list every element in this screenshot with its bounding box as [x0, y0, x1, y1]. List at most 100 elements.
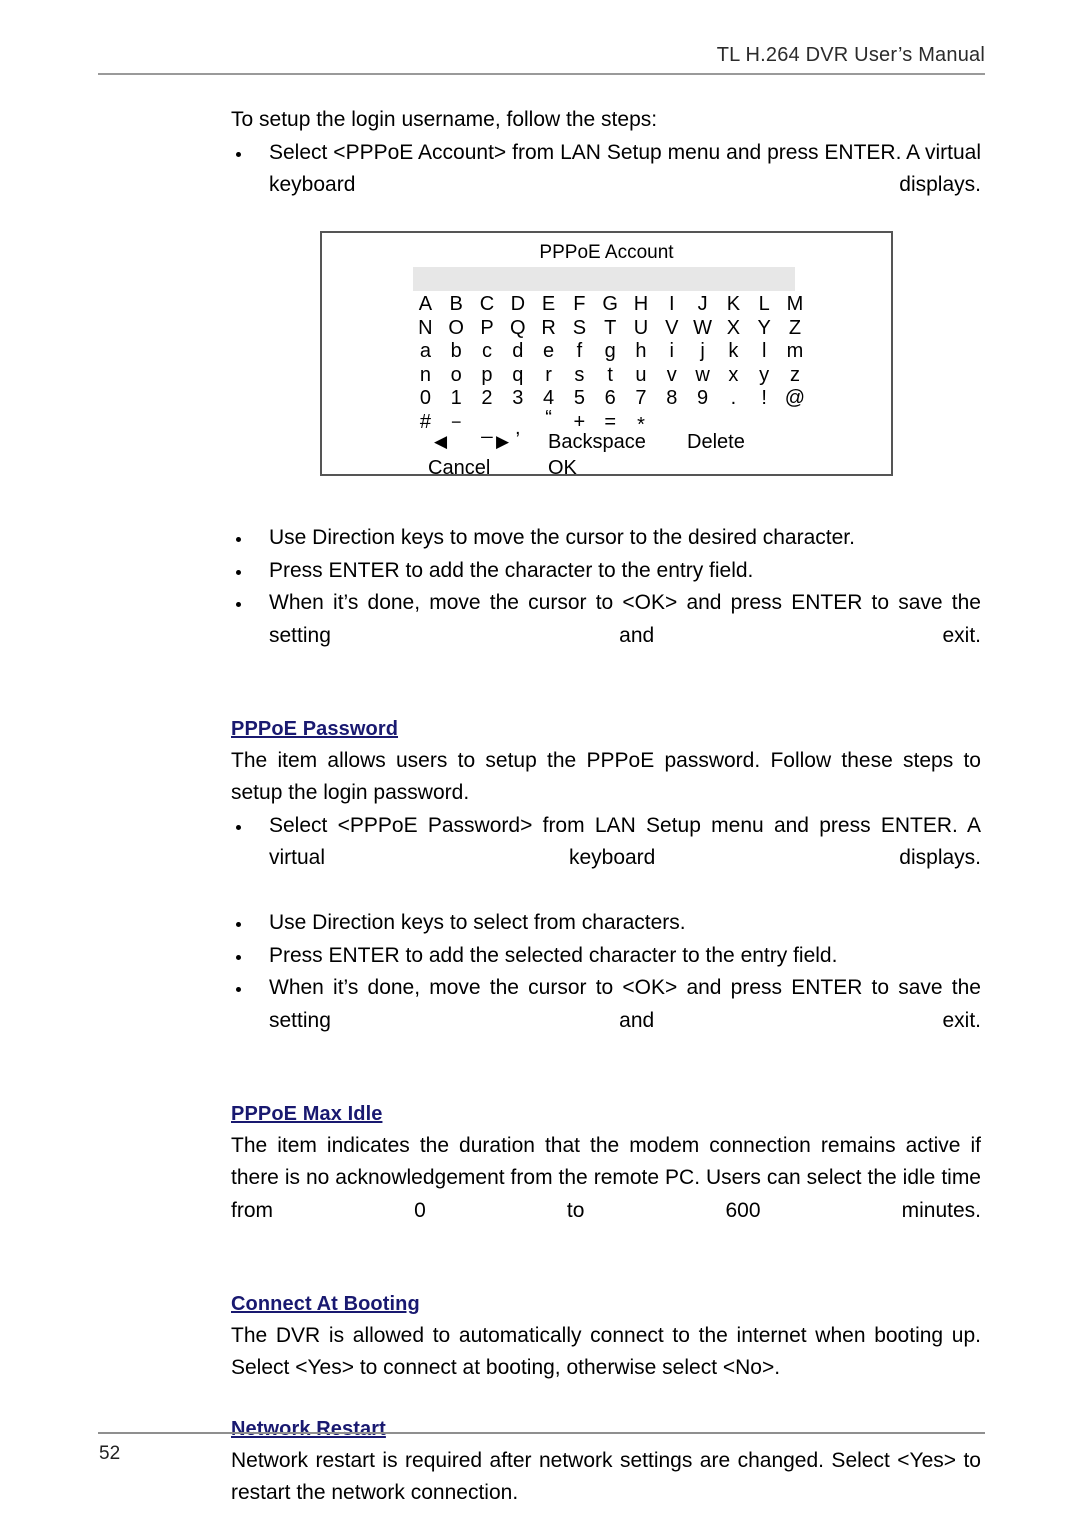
keyboard-key[interactable]: m	[780, 340, 811, 364]
cancel-button[interactable]: Cancel	[428, 455, 490, 481]
virtual-keyboard-grid: ABCDEFGHIJKLMNOPQRSTUVWXYZabcdefghijklmn…	[410, 293, 811, 439]
list-item: Use Direction keys to move the cursor to…	[231, 522, 981, 555]
dialog-title: PPPoE Account	[539, 242, 674, 263]
keyboard-key[interactable]: a	[410, 340, 441, 364]
list-item: Press ENTER to add the character to the …	[231, 555, 981, 588]
keyboard-key[interactable]: s	[564, 364, 595, 388]
section-heading-pppoe-max-idle: PPPoE Max Idle	[231, 1102, 383, 1125]
keyboard-key[interactable]: d	[502, 340, 533, 364]
keyboard-key[interactable]: “	[533, 407, 564, 431]
keyboard-key[interactable]: 2	[472, 387, 503, 411]
keyboard-key[interactable]: g	[595, 340, 626, 364]
keyboard-key[interactable]: 1	[441, 387, 472, 411]
keyboard-key[interactable]: 3	[502, 387, 533, 411]
bullet-text: Press ENTER to add the selected characte…	[269, 943, 838, 967]
keyboard-key[interactable]: K	[718, 293, 749, 317]
keyboard-key[interactable]: 8	[656, 387, 687, 411]
entry-field[interactable]	[413, 267, 795, 291]
keyboard-key[interactable]: P	[472, 317, 503, 341]
keyboard-key[interactable]: E	[533, 293, 564, 317]
keyboard-key[interactable]: Y	[749, 317, 780, 341]
keyboard-key[interactable]: n	[410, 364, 441, 388]
section-paragraph-connect-at-booting: The DVR is allowed to automatically conn…	[231, 1323, 981, 1380]
keyboard-key[interactable]: A	[410, 293, 441, 317]
keyboard-key[interactable]: O	[441, 317, 472, 341]
list-item: When it’s done, move the cursor to <OK> …	[231, 587, 981, 685]
keyboard-key[interactable]: Z	[780, 317, 811, 341]
keyboard-key[interactable]: M	[780, 293, 811, 317]
list-item: Press ENTER to add the selected characte…	[231, 940, 981, 973]
ok-button[interactable]: OK	[548, 455, 577, 481]
keyboard-key[interactable]: D	[502, 293, 533, 317]
keyboard-key[interactable]: X	[718, 317, 749, 341]
page-header-title: TL H.264 DVR User’s Manual	[716, 44, 985, 66]
action-row-secondary: Cancel OK	[410, 455, 880, 481]
header-divider	[98, 73, 985, 75]
keyboard-key[interactable]: c	[472, 340, 503, 364]
keyboard-key[interactable]: R	[533, 317, 564, 341]
cursor-left-arrow-icon[interactable]: ◀	[434, 429, 447, 455]
intro-lead-text: To setup the login username, follow the …	[231, 108, 658, 131]
intro-bullet-list: Select <PPPoE Account> from LAN Setup me…	[231, 137, 981, 235]
keyboard-key[interactable]: C	[472, 293, 503, 317]
keyboard-key[interactable]: t	[595, 364, 626, 388]
keyboard-key[interactable]: B	[441, 293, 472, 317]
bullet-text: Use Direction keys to move the cursor to…	[269, 526, 855, 549]
keyboard-key[interactable]: k	[718, 340, 749, 364]
keyboard-key[interactable]: I	[656, 293, 687, 317]
keyboard-key[interactable]: h	[626, 340, 657, 364]
post-keyboard-bullet-list: Use Direction keys to move the cursor to…	[231, 522, 981, 685]
keyboard-key[interactable]: .	[718, 387, 749, 411]
keyboard-key[interactable]: f	[564, 340, 595, 364]
keyboard-key[interactable]: b	[441, 340, 472, 364]
list-item: When it’s done, move the cursor to <OK> …	[231, 972, 981, 1070]
keyboard-key[interactable]: l	[749, 340, 780, 364]
keyboard-key[interactable]: G	[595, 293, 626, 317]
keyboard-key[interactable]: e	[533, 340, 564, 364]
keyboard-key[interactable]: y	[749, 364, 780, 388]
list-item: Select <PPPoE Account> from LAN Setup me…	[231, 137, 981, 235]
keyboard-key[interactable]: 6	[595, 387, 626, 411]
bullet-text: Select <PPPoE Password> from LAN Setup m…	[269, 813, 981, 870]
keyboard-row: 0 1 2 3 4 5 6 7 8 9.! @	[410, 387, 810, 411]
keyboard-row: ABCDEFGHIJKLM	[410, 293, 810, 317]
manual-page: TL H.264 DVR User’s Manual To setup the …	[0, 0, 1080, 1528]
cursor-right-arrow-icon[interactable]: ▶	[496, 429, 509, 455]
keyboard-key[interactable]: !	[749, 387, 780, 411]
keyboard-key[interactable]: @	[780, 387, 811, 411]
bullet-text: When it’s done, move the cursor to <OK> …	[269, 976, 981, 1032]
delete-button[interactable]: Delete	[687, 429, 745, 455]
list-item: Select <PPPoE Password> from LAN Setup m…	[231, 810, 981, 908]
keyboard-row: nopqrstuvwxyz	[410, 364, 810, 388]
keyboard-key[interactable]: j	[687, 340, 718, 364]
keyboard-key[interactable]: Q	[502, 317, 533, 341]
keyboard-key[interactable]: r	[533, 364, 564, 388]
keyboard-key[interactable]: N	[410, 317, 441, 341]
keyboard-row: abcdefghijklm	[410, 340, 810, 364]
backspace-button[interactable]: Backspace	[548, 429, 646, 455]
keyboard-key[interactable]: H	[626, 293, 657, 317]
keyboard-key[interactable]: J	[687, 293, 718, 317]
keyboard-key[interactable]: 7	[626, 387, 657, 411]
keyboard-key[interactable]: F	[564, 293, 595, 317]
keyboard-key[interactable]: 5	[564, 387, 595, 411]
bullet-text: Use Direction keys to select from charac…	[269, 911, 686, 934]
keyboard-key[interactable]: x	[718, 364, 749, 388]
keyboard-key[interactable]: V	[656, 317, 687, 341]
keyboard-key[interactable]: u	[626, 364, 657, 388]
keyboard-key[interactable]: i	[656, 340, 687, 364]
keyboard-key[interactable]: p	[472, 364, 503, 388]
keyboard-key[interactable]: U	[626, 317, 657, 341]
keyboard-key[interactable]: 9	[687, 387, 718, 411]
keyboard-key[interactable]: z	[780, 364, 811, 388]
keyboard-key[interactable]: T	[595, 317, 626, 341]
keyboard-key[interactable]: q	[502, 364, 533, 388]
keyboard-key[interactable]: L	[749, 293, 780, 317]
keyboard-key[interactable]: 0	[410, 387, 441, 411]
keyboard-key[interactable]: w	[687, 364, 718, 388]
keyboard-key[interactable]: W	[687, 317, 718, 341]
keyboard-key[interactable]: S	[564, 317, 595, 341]
section-heading-network-restart: Network Restart	[231, 1417, 386, 1440]
keyboard-key[interactable]: o	[441, 364, 472, 388]
keyboard-key[interactable]: v	[656, 364, 687, 388]
